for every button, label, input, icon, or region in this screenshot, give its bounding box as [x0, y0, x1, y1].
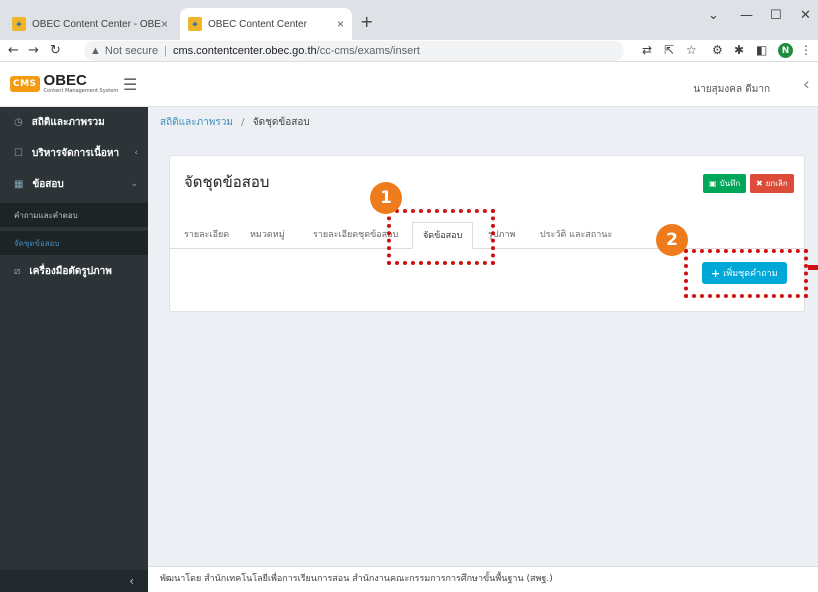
cms-logo[interactable]: CMS OBEC Content Management System [10, 73, 118, 94]
browser-tab-title: OBEC Content Center [208, 18, 307, 30]
app-header: CMS OBEC Content Management System ☰ นาย… [0, 62, 818, 107]
sidebar-subitem-questions[interactable]: คำถามและคำตอบ [0, 203, 148, 227]
exam-icon: ▦ [14, 178, 24, 190]
logo-title: OBEC [43, 72, 87, 89]
maximize-icon[interactable]: ☐ [770, 8, 782, 23]
sidebar-subitem-exam-sets[interactable]: จัดชุดข้อสอบ [0, 231, 148, 255]
favicon-icon: ✦ [12, 17, 26, 31]
sidebar-item-label: บริหารจัดการเนื้อหา [31, 147, 120, 159]
browser-tab-2[interactable]: ✦ OBEC Content Center × [180, 8, 352, 40]
close-icon: ✖ [756, 179, 763, 188]
dashboard-icon: ◷ [14, 116, 23, 128]
address-bar-row: ← → ↻ ▲ Not secure | cms.contentcenter.o… [0, 40, 818, 62]
minimize-icon[interactable]: — [740, 8, 753, 23]
tab-details[interactable]: รายละเอียด [184, 227, 229, 241]
tab-exam-set-details[interactable]: รายละเอียดชุดข้อสอบ [313, 227, 398, 241]
close-tab-icon[interactable]: × [161, 17, 168, 31]
save-icon: ▣ [709, 179, 717, 188]
extension-icon[interactable]: ⚙ [712, 43, 723, 57]
browser-tab-title: OBEC Content Center - OBEC [32, 18, 161, 30]
back-arrow-icon[interactable]: ← [8, 43, 19, 58]
hamburger-menu-icon[interactable]: ☰ [123, 75, 137, 94]
step2-badge: 2 [656, 224, 688, 256]
page-footer: พัฒนาโดย สำนักเทคโนโลยีเพื่อการเรียนการส… [148, 566, 818, 592]
warning-icon: ▲ [90, 45, 101, 57]
sidebar-item-exam[interactable]: ▦ ข้อสอบ ⌄ [0, 169, 148, 199]
puzzle-icon[interactable]: ✱ [734, 43, 744, 57]
browser-tabstrip: ✦ OBEC Content Center - OBEC × ✦ OBEC Co… [0, 0, 818, 40]
sidebar: ◷ สถิติและภาพรวม ☐ บริหารจัดการเนื้อหา ‹… [0, 107, 148, 592]
close-tab-icon[interactable]: × [337, 17, 344, 31]
page-title: จัดชุดข้อสอบ [184, 173, 270, 191]
highlight-step2-box [684, 249, 808, 298]
menu-kebab-icon[interactable]: ⋮ [800, 43, 812, 57]
sidebar-item-label: ข้อสอบ [32, 178, 64, 190]
url-path: /cc-cms/exams/insert [316, 45, 420, 57]
sidebar-item-label: สถิติและภาพรวม [31, 116, 105, 128]
annotation-arrow [808, 265, 818, 270]
sidepanel-icon[interactable]: ◧ [756, 43, 767, 57]
not-secure-label: Not secure [104, 45, 159, 57]
url-field[interactable]: ▲ Not secure | cms.contentcenter.obec.go… [84, 41, 624, 61]
breadcrumb-current: จัดชุดข้อสอบ [252, 117, 310, 128]
user-name[interactable]: นายสุมงคล ดีมาก [693, 82, 770, 97]
chevron-left-icon[interactable]: ‹ [803, 74, 810, 95]
tab-category[interactable]: หมวดหมู่ [250, 227, 285, 241]
tab-search-icon[interactable]: ⌄ [708, 8, 719, 23]
sidebar-item-crop-tool[interactable]: ⧄ เครื่องมือตัดรูปภาพ [0, 256, 148, 286]
url-host: cms.contentcenter.obec.go.th [172, 45, 317, 57]
footer-text: พัฒนาโดย สำนักเทคโนโลยีเพื่อการเรียนการส… [160, 574, 553, 584]
breadcrumb-root[interactable]: สถิติและภาพรวม [160, 117, 233, 128]
breadcrumb-separator: / [241, 117, 245, 128]
crop-icon: ⧄ [14, 265, 21, 277]
share-icon[interactable]: ⇱ [664, 43, 674, 57]
logo-badge: CMS [10, 75, 40, 92]
sidebar-item-dashboard[interactable]: ◷ สถิติและภาพรวม [0, 107, 148, 137]
tab-history-status[interactable]: ประวัติ และสถานะ [540, 227, 612, 241]
chevron-left-icon: ‹ [129, 574, 134, 588]
chevron-down-icon: ⌄ [130, 179, 138, 189]
content-icon: ☐ [14, 147, 23, 159]
step1-badge: 1 [370, 182, 402, 214]
logo-subtitle: Content Management System [43, 88, 119, 94]
bookmark-star-icon[interactable]: ☆ [686, 43, 697, 57]
cancel-button[interactable]: ✖ ยกเลิก [750, 174, 794, 193]
close-window-icon[interactable]: ✕ [800, 8, 811, 23]
sidebar-subitem-label: คำถามและคำตอบ [14, 210, 78, 220]
url-divider: | [164, 45, 167, 57]
sidebar-collapse-button[interactable]: ‹ [0, 570, 148, 592]
browser-tab-1[interactable]: ✦ OBEC Content Center - OBEC × [4, 8, 176, 40]
save-button[interactable]: ▣ บันทึก [703, 174, 747, 193]
new-tab-button[interactable]: + [360, 12, 373, 31]
highlight-step1-box [387, 209, 495, 265]
save-button-label: บันทึก [719, 179, 741, 188]
chevron-left-icon: ‹ [134, 148, 138, 158]
cancel-button-label: ยกเลิก [765, 179, 788, 188]
breadcrumb: สถิติและภาพรวม / จัดชุดข้อสอบ [160, 115, 310, 130]
sidebar-subitem-label: จัดชุดข้อสอบ [14, 238, 60, 248]
forward-arrow-icon[interactable]: → [28, 43, 39, 58]
translate-icon[interactable]: ⇄ [642, 43, 652, 57]
profile-avatar[interactable]: N [778, 43, 793, 58]
sidebar-item-label: เครื่องมือตัดรูปภาพ [29, 265, 112, 277]
reload-icon[interactable]: ↻ [50, 43, 61, 58]
favicon-icon: ✦ [188, 17, 202, 31]
sidebar-item-content[interactable]: ☐ บริหารจัดการเนื้อหา ‹ [0, 138, 148, 168]
